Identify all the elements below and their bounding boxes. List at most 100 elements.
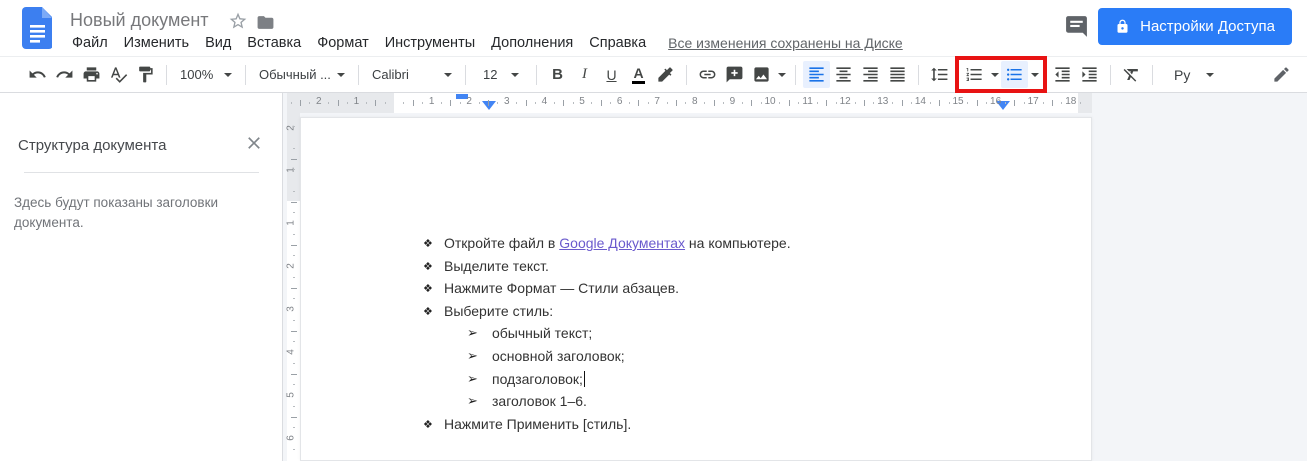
share-settings-label: Настройки Доступа xyxy=(1140,18,1275,35)
align-right-button[interactable] xyxy=(857,61,884,88)
doc-text-segment: Выберите стиль: xyxy=(444,303,553,319)
menu-item-insert[interactable]: Вставка xyxy=(239,35,309,51)
italic-button[interactable]: I xyxy=(571,61,598,88)
move-folder-icon[interactable] xyxy=(256,13,275,32)
font-family-select[interactable]: Calibri xyxy=(366,61,458,88)
bulleted-list-menu-button[interactable] xyxy=(1028,61,1041,88)
underline-button[interactable]: U xyxy=(598,61,625,88)
ruler-tick xyxy=(629,102,630,104)
add-comment-button[interactable] xyxy=(721,61,748,88)
bullet-arrow-icon: ➢ xyxy=(467,325,492,341)
doc-text: Откройте файл в Google Документах на ком… xyxy=(444,235,791,251)
doc-link[interactable]: Google Документах xyxy=(559,235,685,251)
close-icon[interactable] xyxy=(244,133,264,153)
insert-image-menu-button[interactable] xyxy=(775,61,788,88)
menu-item-addons[interactable]: Дополнения xyxy=(483,35,581,51)
ruler-tick xyxy=(293,384,295,385)
ruler-tick xyxy=(291,102,292,104)
ruler-tick xyxy=(293,148,295,149)
star-icon[interactable] xyxy=(228,11,248,31)
doc-text-segment: Нажмите Применить [стиль]. xyxy=(444,416,631,432)
doc-text-segment: основной заголовок; xyxy=(492,348,625,364)
menu-item-help[interactable]: Справка xyxy=(581,35,654,51)
align-center-button[interactable] xyxy=(830,61,857,88)
document-page[interactable]: ❖ Откройте файл в Google Документах на ко… xyxy=(300,117,1092,461)
doc-line[interactable]: ❖Выберите стиль: xyxy=(423,300,553,322)
save-status-link[interactable]: Все изменения сохранены на Диске xyxy=(668,35,903,51)
line-spacing-button[interactable] xyxy=(926,61,953,88)
ruler-number: 8 xyxy=(692,96,698,107)
text-color-button[interactable]: A xyxy=(625,61,652,88)
menu-item-file[interactable]: Файл xyxy=(64,35,116,51)
doc-line[interactable]: ❖Выделите текст. xyxy=(423,255,549,277)
ruler-number: 5 xyxy=(579,96,585,107)
menu-item-edit[interactable]: Изменить xyxy=(116,35,197,51)
insert-image-button[interactable] xyxy=(748,61,775,88)
bullet-diamond-icon: ❖ xyxy=(423,282,444,295)
ruler-tick xyxy=(949,102,950,104)
left-indent-marker[interactable] xyxy=(482,101,496,110)
doc-line[interactable]: ➢обычный текст; xyxy=(467,322,592,344)
insert-link-button[interactable] xyxy=(694,61,721,88)
ruler-tick xyxy=(761,102,762,104)
toolbar-divider xyxy=(465,65,466,85)
ruler-tick xyxy=(1005,102,1006,104)
ruler-number: 15 xyxy=(952,96,963,107)
spell-check-button[interactable] xyxy=(105,61,132,88)
ruler-number: 2 xyxy=(316,96,322,107)
ruler-tick xyxy=(667,102,668,104)
ruler-tick xyxy=(403,102,404,104)
paint-format-button[interactable] xyxy=(132,61,159,88)
numbered-list-button[interactable] xyxy=(961,61,988,88)
undo-button[interactable] xyxy=(24,61,51,88)
document-title[interactable]: Новый документ xyxy=(70,10,209,31)
doc-line[interactable]: ➢основной заголовок; xyxy=(467,345,625,367)
ruler-tick xyxy=(460,102,461,104)
chevron-down-icon xyxy=(1031,73,1039,77)
ruler-tick xyxy=(648,102,649,104)
toolbar-divider xyxy=(245,65,246,85)
ruler-tick xyxy=(817,102,818,104)
google-docs-logo-icon[interactable] xyxy=(22,7,52,49)
editing-mode-button[interactable] xyxy=(1268,61,1295,88)
increase-indent-button[interactable] xyxy=(1076,61,1103,88)
ruler-number: 11 xyxy=(802,96,812,107)
ruler-tick xyxy=(723,102,724,104)
menu-item-format[interactable]: Формат xyxy=(309,35,377,51)
ruler-tick xyxy=(385,102,386,104)
doc-line[interactable]: ❖Откройте файл в Google Документах на ко… xyxy=(423,232,791,254)
doc-text: подзаголовок; xyxy=(492,371,583,387)
bulleted-list-button[interactable] xyxy=(1001,61,1028,88)
align-justify-button[interactable] xyxy=(884,61,911,88)
ruler-tick xyxy=(413,100,414,106)
redo-button[interactable] xyxy=(51,61,78,88)
bold-button[interactable]: B xyxy=(544,61,571,88)
text-color-icon: A xyxy=(632,66,644,84)
doc-line[interactable]: ❖Нажмите Формат — Стили абзацев. xyxy=(423,277,679,299)
clear-formatting-button[interactable] xyxy=(1118,61,1145,88)
comments-icon[interactable] xyxy=(1064,14,1089,39)
align-left-button[interactable] xyxy=(803,61,830,88)
zoom-select[interactable]: 100% xyxy=(174,61,238,88)
doc-line[interactable]: ➢заголовок 1–6. xyxy=(467,390,587,412)
decrease-indent-button[interactable] xyxy=(1049,61,1076,88)
numbered-list-menu-button[interactable] xyxy=(988,61,1001,88)
menu-item-view[interactable]: Вид xyxy=(197,35,239,51)
doc-line[interactable]: ➢подзаголовок; xyxy=(467,368,585,390)
input-tools-select[interactable]: Ру xyxy=(1168,61,1220,88)
horizontal-ruler: 21123456789101112131415161718 xyxy=(287,93,1092,113)
ruler-tick xyxy=(704,102,705,104)
ruler-tick xyxy=(1043,102,1044,104)
print-button[interactable] xyxy=(78,61,105,88)
paragraph-styles-select[interactable]: Обычный ... xyxy=(253,61,351,88)
doc-text-segment: заголовок 1–6. xyxy=(492,393,587,409)
toolbar-divider xyxy=(1152,65,1153,85)
bullet-arrow-icon: ➢ xyxy=(467,393,492,409)
ruler-tick xyxy=(366,102,367,104)
outline-panel-title: Структура документа xyxy=(18,137,166,154)
highlight-color-button[interactable] xyxy=(652,61,679,88)
font-size-select[interactable]: 12 xyxy=(473,61,529,88)
menu-item-tools[interactable]: Инструменты xyxy=(377,35,483,51)
share-settings-button[interactable]: Настройки Доступа xyxy=(1098,8,1292,45)
doc-line[interactable]: ❖Нажмите Применить [стиль]. xyxy=(423,413,631,435)
